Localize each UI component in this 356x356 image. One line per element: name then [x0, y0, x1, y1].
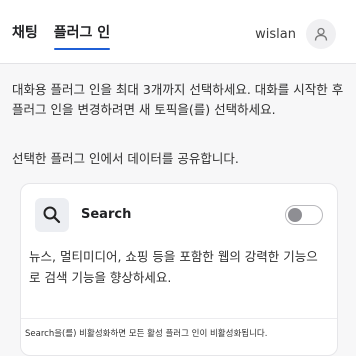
- header: 채팅 플러그 인 wislan: [0, 0, 356, 64]
- plugin-name: Search: [81, 207, 132, 222]
- plugin-disable-note: Search을(를) 비활성화하면 모든 활성 플러그 인이 비활성화됩니다.: [25, 329, 268, 339]
- tab-bar: 채팅 플러그 인: [12, 22, 111, 50]
- plugins-panel: 채팅 플러그 인 wislan 대화용 플러그 인을 최대 3개까지 선택하세요…: [0, 0, 356, 356]
- toggle-knob: [288, 208, 302, 222]
- data-sharing-notice: 선택한 플러그 인에서 데이터를 공유합니다.: [12, 151, 239, 166]
- avatar-button[interactable]: [306, 19, 336, 49]
- plugin-toggle[interactable]: [285, 205, 323, 225]
- tab-plugins[interactable]: 플러그 인: [53, 22, 111, 50]
- plugin-icon-tile: [35, 198, 69, 232]
- search-icon: [43, 206, 61, 224]
- user-menu: wislan: [255, 19, 336, 49]
- plugin-description: 뉴스, 멀티미디어, 쇼핑 등을 포함한 웹의 강력한 기능으로 검색 기능을 …: [29, 249, 318, 285]
- tab-chat[interactable]: 채팅: [12, 22, 38, 50]
- plugin-card-search: Search 뉴스, 멀티미디어, 쇼핑 등을 포함한 웹의 강력한 기능으로 …: [20, 183, 338, 356]
- user-icon: [314, 27, 328, 41]
- plugin-instructions: 대화용 플러그 인을 최대 3개까지 선택하세요. 대화를 시작한 후 플러그 …: [12, 82, 344, 117]
- card-divider: [21, 318, 337, 319]
- username: wislan: [255, 26, 296, 42]
